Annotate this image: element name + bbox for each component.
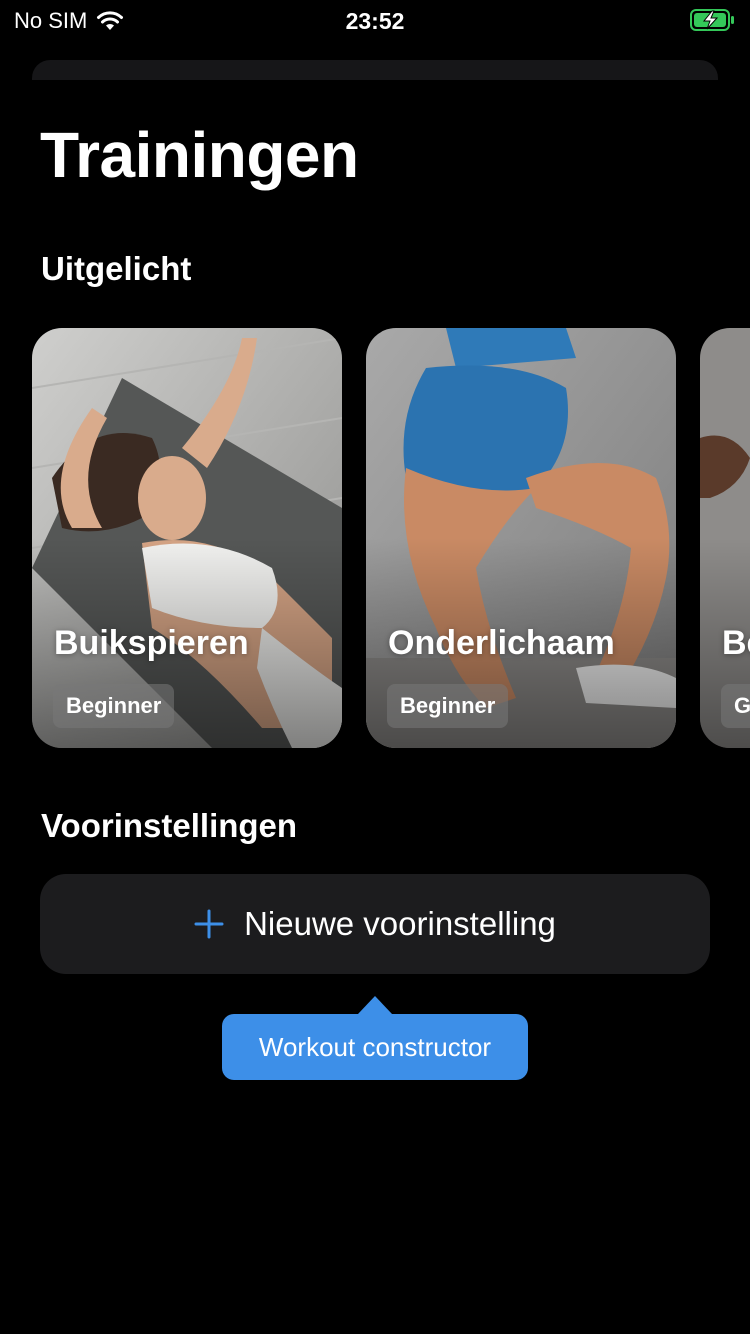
featured-card-abs[interactable]: Buikspieren Beginner bbox=[32, 328, 342, 748]
presets-heading: Voorinstellingen bbox=[41, 807, 298, 844]
card-title: Be bbox=[722, 624, 750, 662]
card-title: Onderlichaam bbox=[388, 624, 615, 662]
status-bar: No SIM 23:52 bbox=[0, 0, 750, 40]
tooltip-arrow bbox=[358, 996, 392, 1014]
featured-card-partial[interactable]: Be G bbox=[700, 328, 750, 748]
status-time: 23:52 bbox=[345, 8, 405, 34]
sheet-grabber-edge bbox=[32, 60, 718, 80]
card-title: Buikspieren bbox=[54, 624, 249, 662]
tooltip-text: Workout constructor bbox=[258, 1031, 492, 1062]
card-level-badge: Beginner bbox=[53, 684, 175, 728]
featured-carousel[interactable]: Buikspieren Beginner Onderlichaam Beginn… bbox=[0, 328, 750, 748]
featured-heading: Uitgelicht bbox=[41, 250, 192, 287]
new-preset-label: Nieuwe voorinstelling bbox=[244, 905, 556, 942]
workout-constructor-tooltip[interactable]: Workout constructor bbox=[222, 996, 528, 1080]
card-level-badge: Beginner bbox=[387, 684, 509, 728]
plus-icon bbox=[194, 909, 224, 939]
featured-card-lower-body[interactable]: Onderlichaam Beginner bbox=[366, 328, 676, 748]
page-title: Trainingen bbox=[40, 119, 359, 191]
card-level-badge: G bbox=[721, 684, 750, 728]
battery-charging-icon bbox=[690, 9, 734, 31]
new-preset-button[interactable]: Nieuwe voorinstelling bbox=[40, 874, 710, 974]
